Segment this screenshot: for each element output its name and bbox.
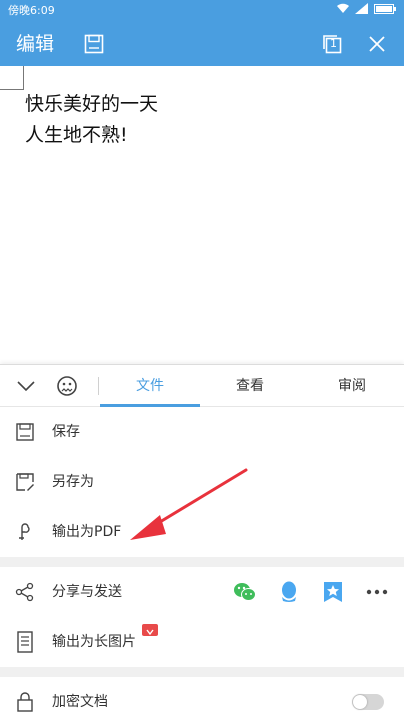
save-as-icon [14,471,36,493]
lock-icon [14,691,36,713]
wechat-icon[interactable] [232,579,258,605]
tab-view[interactable]: 查看 [200,365,300,407]
save-menu-item[interactable]: 保存 [0,407,404,457]
export-long-image-menu-item[interactable]: 输出为长图片 [0,617,404,667]
favorite-icon[interactable] [320,579,346,605]
vip-badge-icon [142,624,158,636]
battery-icon [374,0,396,22]
status-bar: 傍晚6:09 [0,0,404,22]
document-line[interactable]: 快乐美好的一天 [25,91,158,117]
panel-tab-bar: 文件 查看 审阅 [0,365,404,407]
tab-review[interactable]: 审阅 [302,365,402,407]
export-pdf-menu-item[interactable]: 输出为PDF [0,507,404,557]
qq-icon[interactable] [276,579,302,605]
emoji-icon[interactable] [55,374,79,398]
more-icon[interactable] [364,579,390,605]
save-as-menu-item[interactable]: 另存为 [0,457,404,507]
chevron-down-icon[interactable] [14,374,38,398]
save-icon[interactable] [82,32,106,56]
signal-icon [355,0,369,22]
export-long-image-label: 输出为长图片 [52,634,136,650]
pdf-icon [14,521,36,543]
save-as-label: 另存为 [52,474,94,490]
status-time: 傍晚6:09 [8,4,55,17]
page-corner-marker [0,66,24,90]
save-label: 保存 [52,424,80,440]
wifi-icon [336,0,350,22]
app-title: 编辑 [16,33,55,55]
page-count: 1 [330,37,337,50]
encrypt-toggle[interactable] [352,694,384,710]
pages-icon[interactable]: 1 [320,32,344,56]
file-panel: 文件 查看 审阅 保存 另存为 输出为PDF 分享与发送 输出为长图片 加密文档 [0,364,404,715]
encrypt-label: 加密文档 [52,694,108,710]
long-image-icon [14,631,36,653]
save-file-icon [14,421,36,443]
toolbar-divider [98,377,99,395]
share-icon [14,581,36,603]
share-label: 分享与发送 [52,584,122,600]
share-menu-item[interactable]: 分享与发送 [0,567,404,617]
document-canvas[interactable]: 快乐美好的一天 人生地不熟! [0,66,404,364]
close-icon[interactable] [365,32,389,56]
encrypt-menu-item[interactable]: 加密文档 [0,677,404,715]
export-pdf-label: 输出为PDF [52,524,122,540]
app-bar: 编辑 1 [0,22,404,66]
document-line[interactable]: 人生地不熟! [25,122,128,148]
section-divider [0,667,404,677]
section-divider [0,557,404,567]
tab-file[interactable]: 文件 [100,365,200,407]
toggle-knob [353,695,367,709]
